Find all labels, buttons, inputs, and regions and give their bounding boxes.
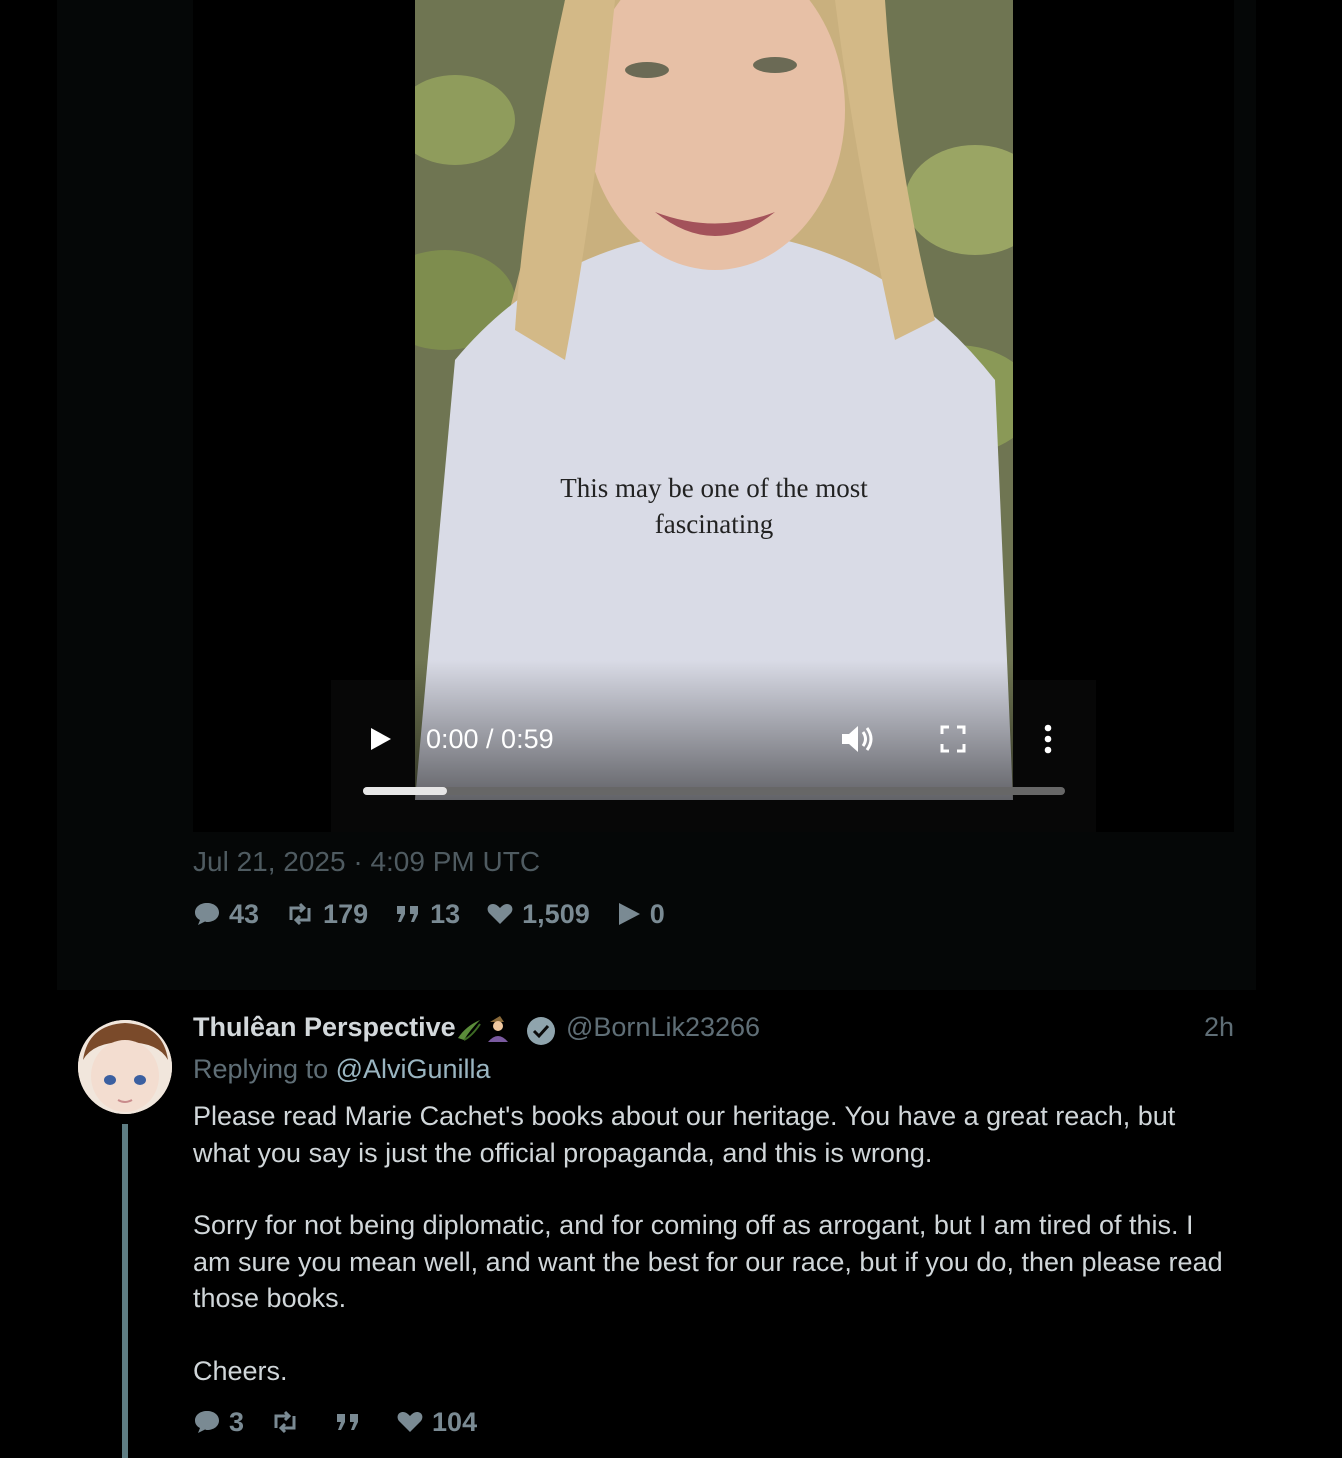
reply-retweet-button[interactable] <box>270 1410 308 1434</box>
avatar[interactable] <box>78 1020 172 1114</box>
quote-count[interactable]: 13 <box>394 899 460 930</box>
user-handle[interactable]: @BornLik23266 <box>566 1012 760 1043</box>
video-player[interactable]: This may be one of the most fascinating <box>193 0 1234 832</box>
reply-paragraph: Cheers. <box>193 1355 288 1386</box>
reply-paragraph: Please read Marie Cachet's books about o… <box>193 1101 1176 1168</box>
reply-quote-button[interactable] <box>334 1410 370 1434</box>
heart-icon <box>487 904 513 924</box>
video-frame-image[interactable]: This may be one of the most fascinating <box>415 0 1013 800</box>
reply-like-count[interactable]: 104 <box>396 1407 477 1438</box>
reply-reply-count[interactable]: 3 <box>193 1407 244 1438</box>
plant-and-person-emoji-icon <box>457 1015 508 1042</box>
display-name[interactable]: Thulêan Perspective <box>193 1012 514 1044</box>
volume-icon[interactable] <box>838 720 876 758</box>
thread-line <box>122 1124 128 1458</box>
heart-icon <box>397 1412 423 1432</box>
quote-icon <box>397 906 419 922</box>
comment-icon <box>195 903 219 925</box>
video-progress-fill <box>363 787 448 795</box>
tweet-stats: 43 179 13 1,509 0 <box>193 896 691 932</box>
retweet-icon <box>274 1410 296 1434</box>
caption-line-2: fascinating <box>654 509 774 539</box>
verified-badge-icon <box>527 1017 555 1045</box>
video-caption: This may be one of the most fascinating <box>415 470 1013 542</box>
retweet-count[interactable]: 179 <box>285 899 368 930</box>
caption-line-1: This may be one of the most <box>560 473 868 503</box>
play-count[interactable]: 0 <box>616 899 665 930</box>
more-options-icon[interactable] <box>1036 720 1060 758</box>
play-icon[interactable] <box>365 722 395 756</box>
reply-stats: 3 104 <box>193 1404 503 1440</box>
like-count[interactable]: 1,509 <box>486 899 590 930</box>
replying-to-link[interactable]: @AlviGunilla <box>336 1054 491 1084</box>
retweet-icon <box>289 902 311 926</box>
avatar-image <box>78 1020 172 1114</box>
quote-icon <box>337 1414 359 1430</box>
reply-paragraph: Sorry for not being diplomatic, and for … <box>193 1210 1223 1313</box>
fullscreen-icon[interactable] <box>938 722 968 756</box>
replying-prefix: Replying to <box>193 1054 329 1084</box>
video-progress-bar[interactable] <box>363 787 1065 795</box>
replying-to: Replying to @AlviGunilla <box>193 1054 491 1085</box>
tweet-timestamp[interactable]: Jul 21, 2025 · 4:09 PM UTC <box>193 846 540 878</box>
comment-icon <box>195 1411 219 1433</box>
reply-count[interactable]: 43 <box>193 899 259 930</box>
video-time: 0:00 / 0:59 <box>426 724 554 754</box>
reply-body: Please read Marie Cachet's books about o… <box>193 1098 1238 1425</box>
reply-time[interactable]: 2h <box>1204 1012 1234 1043</box>
play-count-icon <box>618 903 640 925</box>
